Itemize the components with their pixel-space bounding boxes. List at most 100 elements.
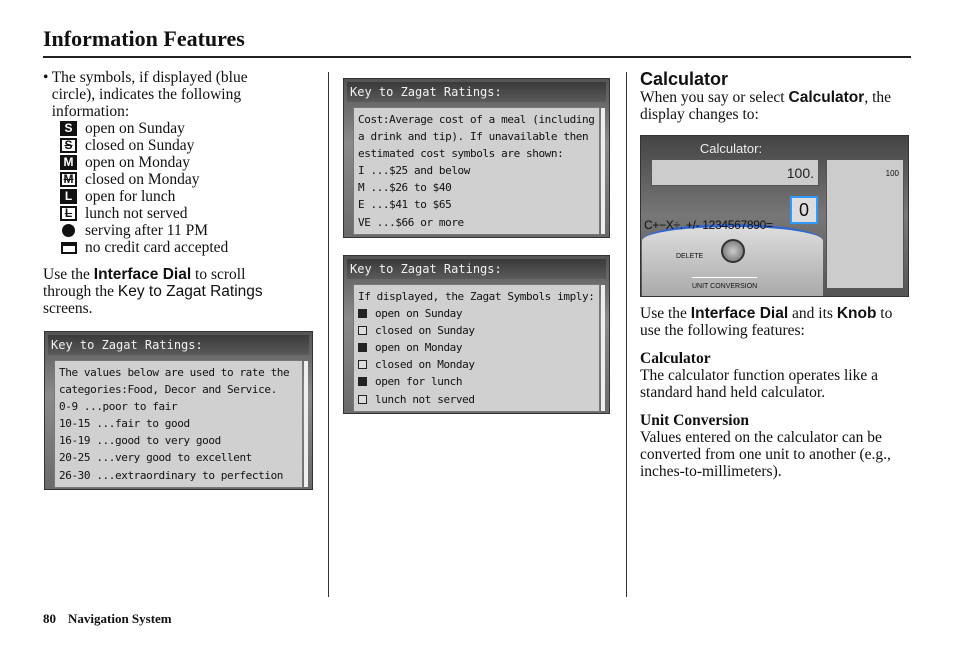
scrollbar[interactable] (601, 285, 605, 411)
t: Use the (640, 305, 691, 322)
page-number: 80 (43, 611, 56, 626)
screen-body: If displayed, the Zagat Symbols imply: op… (353, 284, 605, 412)
symbol-item: Lopen for lunch (60, 188, 293, 205)
screen-line: closed on Sunday (358, 322, 595, 339)
title-rule (43, 56, 911, 58)
symbol-label: open on Monday (85, 154, 191, 171)
screen-body: Cost:Average cost of a meal (including a … (353, 107, 605, 235)
line-text: a drink and tip). If unavailable then (358, 130, 589, 144)
line-text: open on Sunday (375, 307, 463, 321)
screen-line: open on Sunday (358, 305, 595, 322)
history-value: 100 (885, 169, 899, 178)
symbol-label: open on Sunday (85, 120, 185, 137)
line-text: VE ...$66 or more (358, 215, 464, 229)
zagat-symbol-icon (358, 360, 367, 370)
knob[interactable] (721, 239, 745, 263)
line-text: 0-9 ...poor to fair (59, 400, 178, 414)
symbol-label: serving after 11 PM (85, 222, 208, 239)
screen-title: Key to Zagat Ratings: (347, 259, 606, 279)
scrollbar[interactable] (601, 108, 605, 234)
open-s-icon: S (60, 121, 77, 136)
symbol-label: closed on Sunday (85, 137, 195, 154)
zagat-symbol-icon (358, 377, 367, 387)
line-text: The values below are used to rate the (59, 366, 290, 379)
line-text: open for lunch (375, 375, 463, 389)
screen-line: E ...$41 to $65 (358, 196, 595, 213)
symbol-item: Sopen on Sunday (60, 120, 293, 137)
screen-line: 20-25 ...very good to excellent (59, 449, 298, 466)
screen-line: closed on Monday (358, 356, 595, 373)
closed-l-icon: L (60, 206, 77, 221)
right-column: Calculator When you say or select Calcul… (640, 69, 912, 480)
unit-conversion-button[interactable]: UNIT CONVERSION (692, 277, 758, 295)
zagat-symbol-icon (358, 309, 367, 319)
t: Calculator (788, 89, 865, 106)
screen-title: Key to Zagat Ratings: (347, 82, 606, 102)
open-m-icon: M (60, 155, 77, 170)
feature-title: Unit Conversion (640, 412, 749, 429)
screen-line: a drink and tip). If unavailable then (358, 128, 595, 145)
screen-line: If displayed, the Zagat Symbols imply: (358, 288, 595, 305)
line-text: closed on Sunday (375, 324, 475, 338)
zagat-symbol-icon (358, 326, 367, 336)
screen-line: 0-9 ...poor to fair (59, 398, 298, 415)
line-text: 26-30 ...extraordinary to perfection (59, 468, 284, 482)
line-text: 10-15 ...fair to good (59, 417, 190, 431)
moon-icon (60, 223, 77, 238)
screen-line: open on Monday (358, 339, 595, 356)
line-text: estimated cost symbols are shown: (358, 147, 564, 161)
symbol-label: open for lunch (85, 188, 176, 205)
zagat-symbol-icon (358, 343, 367, 353)
line-text: I ...$25 and below (358, 164, 471, 178)
screen-line: 10-15 ...fair to good (59, 415, 298, 432)
symbol-item: no credit card accepted (60, 239, 293, 256)
symbol-item: Mclosed on Monday (60, 171, 293, 188)
symbol-label: no credit card accepted (85, 239, 229, 256)
closed-s-icon: S (60, 138, 77, 153)
t: screens. (43, 300, 93, 317)
t: When you say or select (640, 89, 789, 106)
screen-title: Key to Zagat Ratings: (48, 335, 309, 355)
screen-line: categories:Food, Decor and Service. (59, 381, 298, 398)
calc-title: Calculator: (699, 141, 763, 156)
calc-history-panel: 100 (826, 159, 904, 289)
symbol-item: Mopen on Monday (60, 154, 293, 171)
open-l-icon: L (60, 189, 77, 204)
zagat-ratings-screen-2: Key to Zagat Ratings: Cost:Average cost o… (343, 78, 610, 238)
line-text: Cost:Average cost of a meal (including (358, 113, 595, 126)
zagat-ratings-screen-1: Key to Zagat Ratings: The values below ar… (44, 331, 313, 490)
line-text: lunch not served (375, 392, 475, 406)
screen-line: VE ...$66 or more (358, 214, 595, 231)
feature-text: The calculator function operates like a … (640, 367, 878, 401)
bullet-text: The symbols, if displayed (blue circle),… (51, 69, 248, 120)
t: Key to Zagat Ratings (117, 283, 263, 300)
line-text: categories:Food, Decor and Service. (59, 383, 277, 397)
feature-text: Values entered on the calculator can be … (640, 429, 891, 480)
t: Interface Dial (93, 266, 192, 283)
closed-m-icon: M (60, 172, 77, 187)
feature-title: Calculator (640, 350, 711, 367)
scroll-instructions: Use the Interface Dial to scroll through… (43, 266, 293, 317)
page-title: Information Features (43, 26, 245, 51)
screen-line: open for lunch (358, 373, 595, 390)
calc-keys[interactable]: C+−X÷. +/- 1234567890= (644, 217, 773, 234)
t: Interface Dial (690, 305, 789, 322)
t: Knob (836, 305, 877, 322)
line-text: 16-19 ...good to very good (59, 434, 221, 448)
column-divider (626, 72, 627, 597)
delete-button[interactable]: DELETE (676, 248, 703, 265)
calculator-screen: Calculator: 100. 100 0 C+−X÷. +/- 123456… (640, 135, 909, 297)
line-text: E ...$41 to $65 (358, 198, 452, 212)
column-divider (328, 72, 329, 597)
screen-line: lunch not served (358, 391, 595, 408)
symbol-item: Llunch not served (60, 205, 293, 222)
line-text: If displayed, the Zagat Symbols imply: (358, 290, 595, 303)
t: and its (788, 305, 837, 322)
left-column: • The symbols, if displayed (blue circle)… (43, 69, 293, 317)
t: Use the (43, 266, 94, 283)
selected-key[interactable]: 0 (790, 196, 818, 224)
screen-line: Cost:Average cost of a meal (including (358, 111, 595, 128)
scrollbar[interactable] (304, 361, 308, 487)
footer: 80 Navigation System (43, 611, 172, 627)
symbol-item: Sclosed on Sunday (60, 137, 293, 154)
